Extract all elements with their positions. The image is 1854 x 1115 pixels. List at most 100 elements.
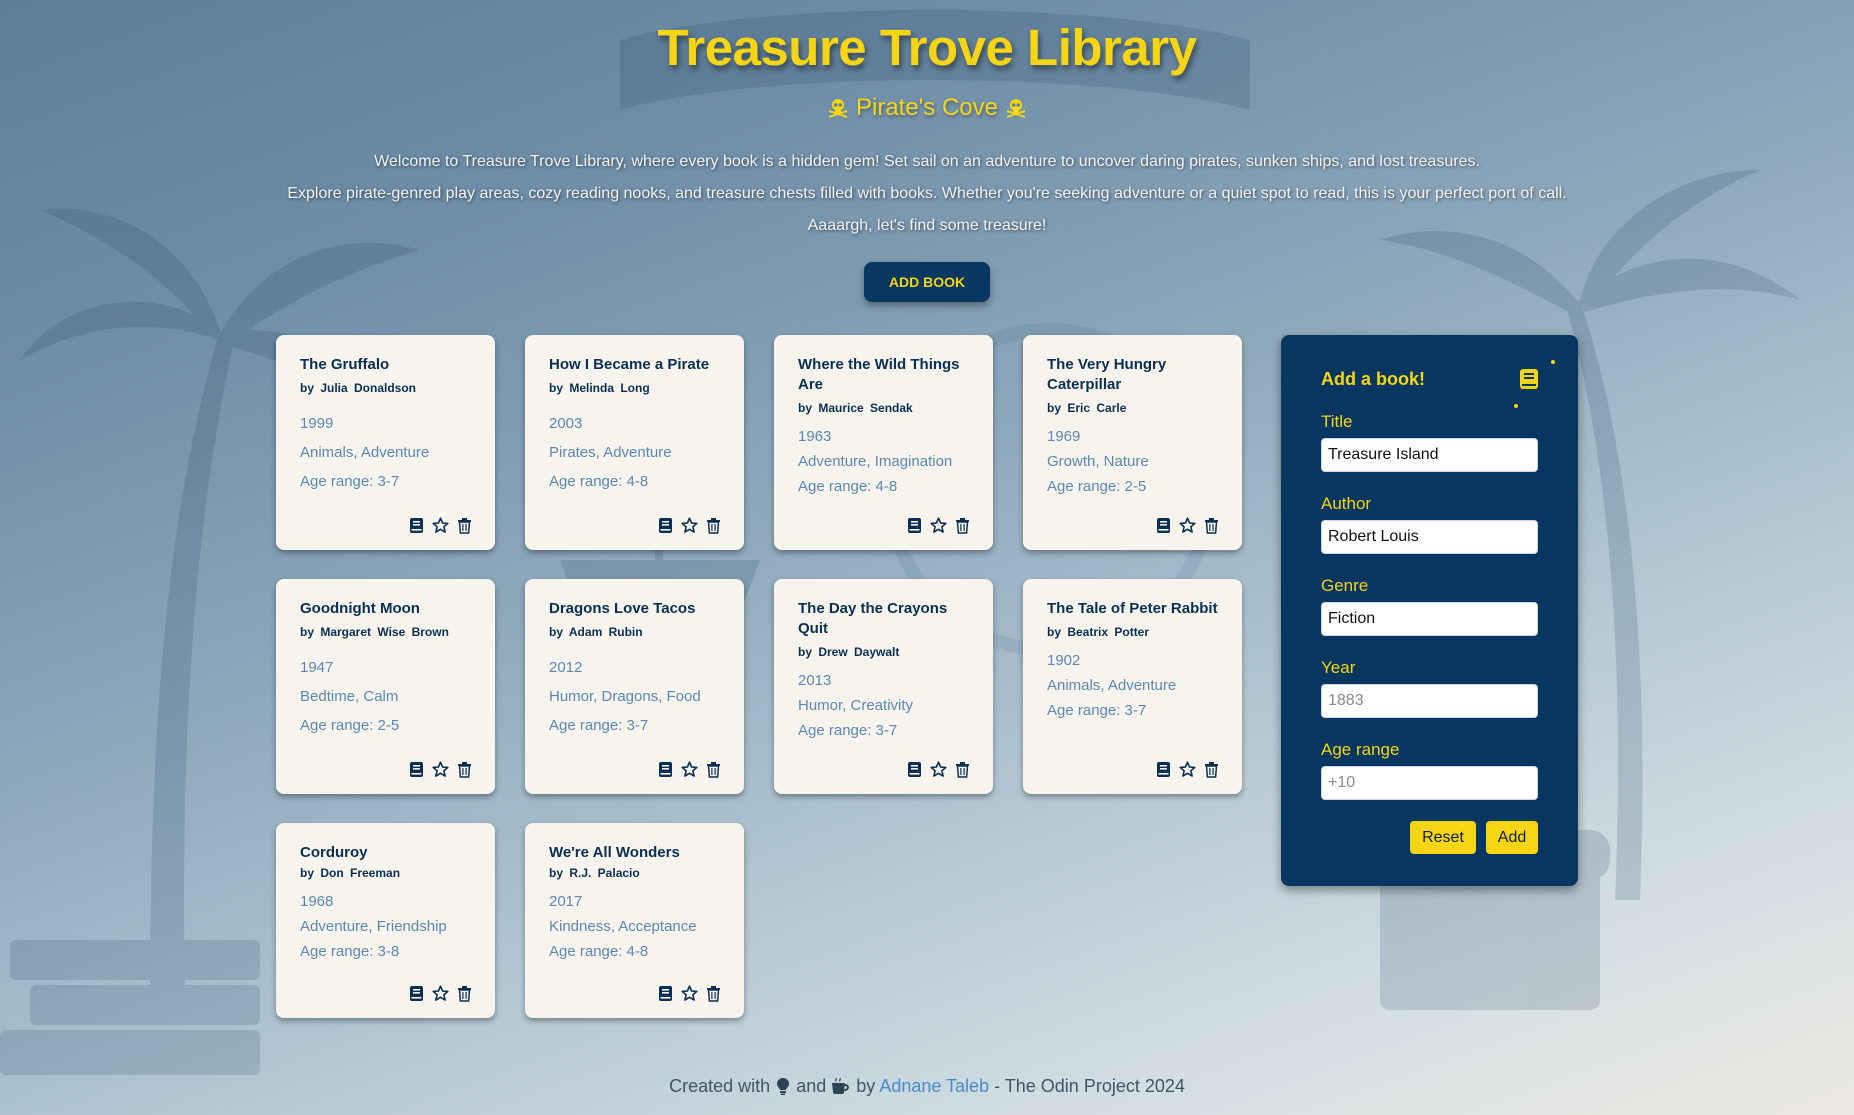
year-label: Year [1321, 658, 1356, 677]
book-author: by Julia Donaldson [300, 381, 417, 395]
book-icon[interactable] [408, 517, 425, 534]
subtitle: Pirate's Cove [0, 94, 1854, 122]
trash-icon[interactable] [954, 517, 971, 534]
genre-label: Genre [1321, 576, 1369, 595]
add-book-form: Add a book! Title Author Genre Year Age … [1281, 335, 1578, 886]
intro-text: Welcome to Treasure Trove Library, where… [0, 146, 1854, 242]
trash-icon[interactable] [456, 761, 473, 778]
book-author: by Margaret Wise Brown [300, 625, 449, 639]
book-year: 1963 [798, 428, 832, 445]
year-input[interactable] [1321, 684, 1538, 718]
intro-line: Welcome to Treasure Trove Library, where… [374, 153, 1480, 170]
book-icon[interactable] [408, 985, 425, 1002]
book-icon[interactable] [657, 761, 674, 778]
book-icon[interactable] [657, 517, 674, 534]
book-icon[interactable] [906, 517, 923, 534]
book-author: by R.J. Palacio [549, 866, 640, 880]
book-author: by Eric Carle [1047, 401, 1127, 415]
card-actions [657, 761, 722, 778]
age-range-input[interactable] [1321, 766, 1538, 800]
title-input[interactable] [1321, 438, 1538, 472]
book-title: The Gruffalo [300, 356, 390, 373]
book-author: by Beatrix Potter [1047, 625, 1150, 639]
book-year: 2012 [549, 659, 583, 676]
genre-input[interactable] [1321, 602, 1538, 636]
trash-icon[interactable] [1203, 517, 1220, 534]
book-author: by Melinda Long [549, 381, 650, 395]
intro-line: Explore pirate-genred play areas, cozy r… [287, 185, 1567, 202]
trash-icon[interactable] [954, 761, 971, 778]
book-genre: Pirates, Adventure [549, 444, 672, 461]
star-icon[interactable] [1179, 517, 1196, 534]
book-card: Goodnight Moon by Margaret Wise Brown 1947… [276, 579, 495, 794]
add-book-button[interactable]: ADD BOOK [864, 262, 990, 302]
book-card: The Very Hungry Caterpillar by Eric Carle… [1023, 335, 1242, 550]
book-year: 1902 [1047, 652, 1081, 669]
book-title: How I Became a Pirate [549, 356, 710, 373]
star-icon[interactable] [930, 761, 947, 778]
book-title: Corduroy [300, 844, 368, 861]
book-icon[interactable] [1155, 761, 1172, 778]
star-icon[interactable] [1179, 761, 1196, 778]
trash-icon[interactable] [456, 517, 473, 534]
card-actions [1155, 517, 1220, 534]
book-year: 1968 [300, 893, 334, 910]
book-genre: Animals, Adventure [300, 444, 430, 461]
coffee-icon [831, 1077, 851, 1095]
book-title: We're All Wonders [549, 844, 680, 861]
book-age-range: Age range: 4-8 [549, 473, 649, 490]
book-age-range: Age range: 3-8 [300, 943, 400, 960]
book-year: 1969 [1047, 428, 1081, 445]
lightbulb-icon [775, 1077, 791, 1095]
star-icon[interactable] [432, 517, 449, 534]
trash-icon[interactable] [456, 985, 473, 1002]
reset-button[interactable]: Reset [1410, 821, 1476, 854]
title-label: Title [1321, 412, 1353, 431]
star-icon[interactable] [432, 985, 449, 1002]
book-card: Dragons Love Tacos by Adam Rubin 2012 Humor… [525, 579, 744, 794]
book-age-range: Age range: 2-5 [1047, 478, 1147, 495]
trash-icon[interactable] [705, 517, 722, 534]
book-card: Corduroy by Don Freeman 1968 Adventure, Fri… [276, 823, 495, 1018]
add-button[interactable]: Add [1486, 821, 1538, 854]
skull-crossbones-icon [1004, 96, 1028, 120]
form-title: Add a book! [1321, 369, 1425, 389]
trash-icon[interactable] [1203, 761, 1220, 778]
book-author: by Adam Rubin [549, 625, 643, 639]
book-card: The Tale of Peter Rabbit by Beatrix Potte… [1023, 579, 1242, 794]
book-title: The Tale of Peter Rabbit [1047, 600, 1218, 617]
star-icon[interactable] [681, 761, 698, 778]
footer-and: and [796, 1076, 827, 1096]
book-icon [1519, 367, 1539, 391]
book-card: How I Became a Pirate by Melinda Long 2003… [525, 335, 744, 550]
book-icon[interactable] [408, 761, 425, 778]
book-year: 2017 [549, 893, 583, 910]
sparkle-dot [1514, 404, 1518, 408]
book-title: Where the Wild Things Are [798, 356, 960, 393]
trash-icon[interactable] [705, 985, 722, 1002]
book-title: Dragons Love Tacos [549, 600, 696, 617]
book-age-range: Age range: 3-7 [300, 473, 400, 490]
book-genre: Growth, Nature [1047, 453, 1149, 470]
star-icon[interactable] [432, 761, 449, 778]
book-genre: Adventure, Imagination [798, 453, 953, 470]
book-genre: Bedtime, Calm [300, 688, 399, 705]
star-icon[interactable] [681, 517, 698, 534]
card-actions [408, 761, 473, 778]
author-label: Author [1321, 494, 1372, 513]
age-range-label: Age range [1321, 740, 1400, 759]
book-author: by Maurice Sendak [798, 401, 913, 415]
author-link[interactable]: Adnane Taleb [879, 1076, 989, 1096]
author-input[interactable] [1321, 520, 1538, 554]
star-icon[interactable] [681, 985, 698, 1002]
book-card: The Gruffalo by Julia Donaldson 1999 Animal… [276, 335, 495, 550]
trash-icon[interactable] [705, 761, 722, 778]
book-icon[interactable] [1155, 517, 1172, 534]
book-icon[interactable] [906, 761, 923, 778]
page-title: Treasure Trove Library [657, 19, 1197, 76]
star-icon[interactable] [930, 517, 947, 534]
book-age-range: Age range: 4-8 [798, 478, 898, 495]
skull-crossbones-icon [826, 96, 850, 120]
book-icon[interactable] [657, 985, 674, 1002]
sparkle-dot [1551, 360, 1555, 364]
